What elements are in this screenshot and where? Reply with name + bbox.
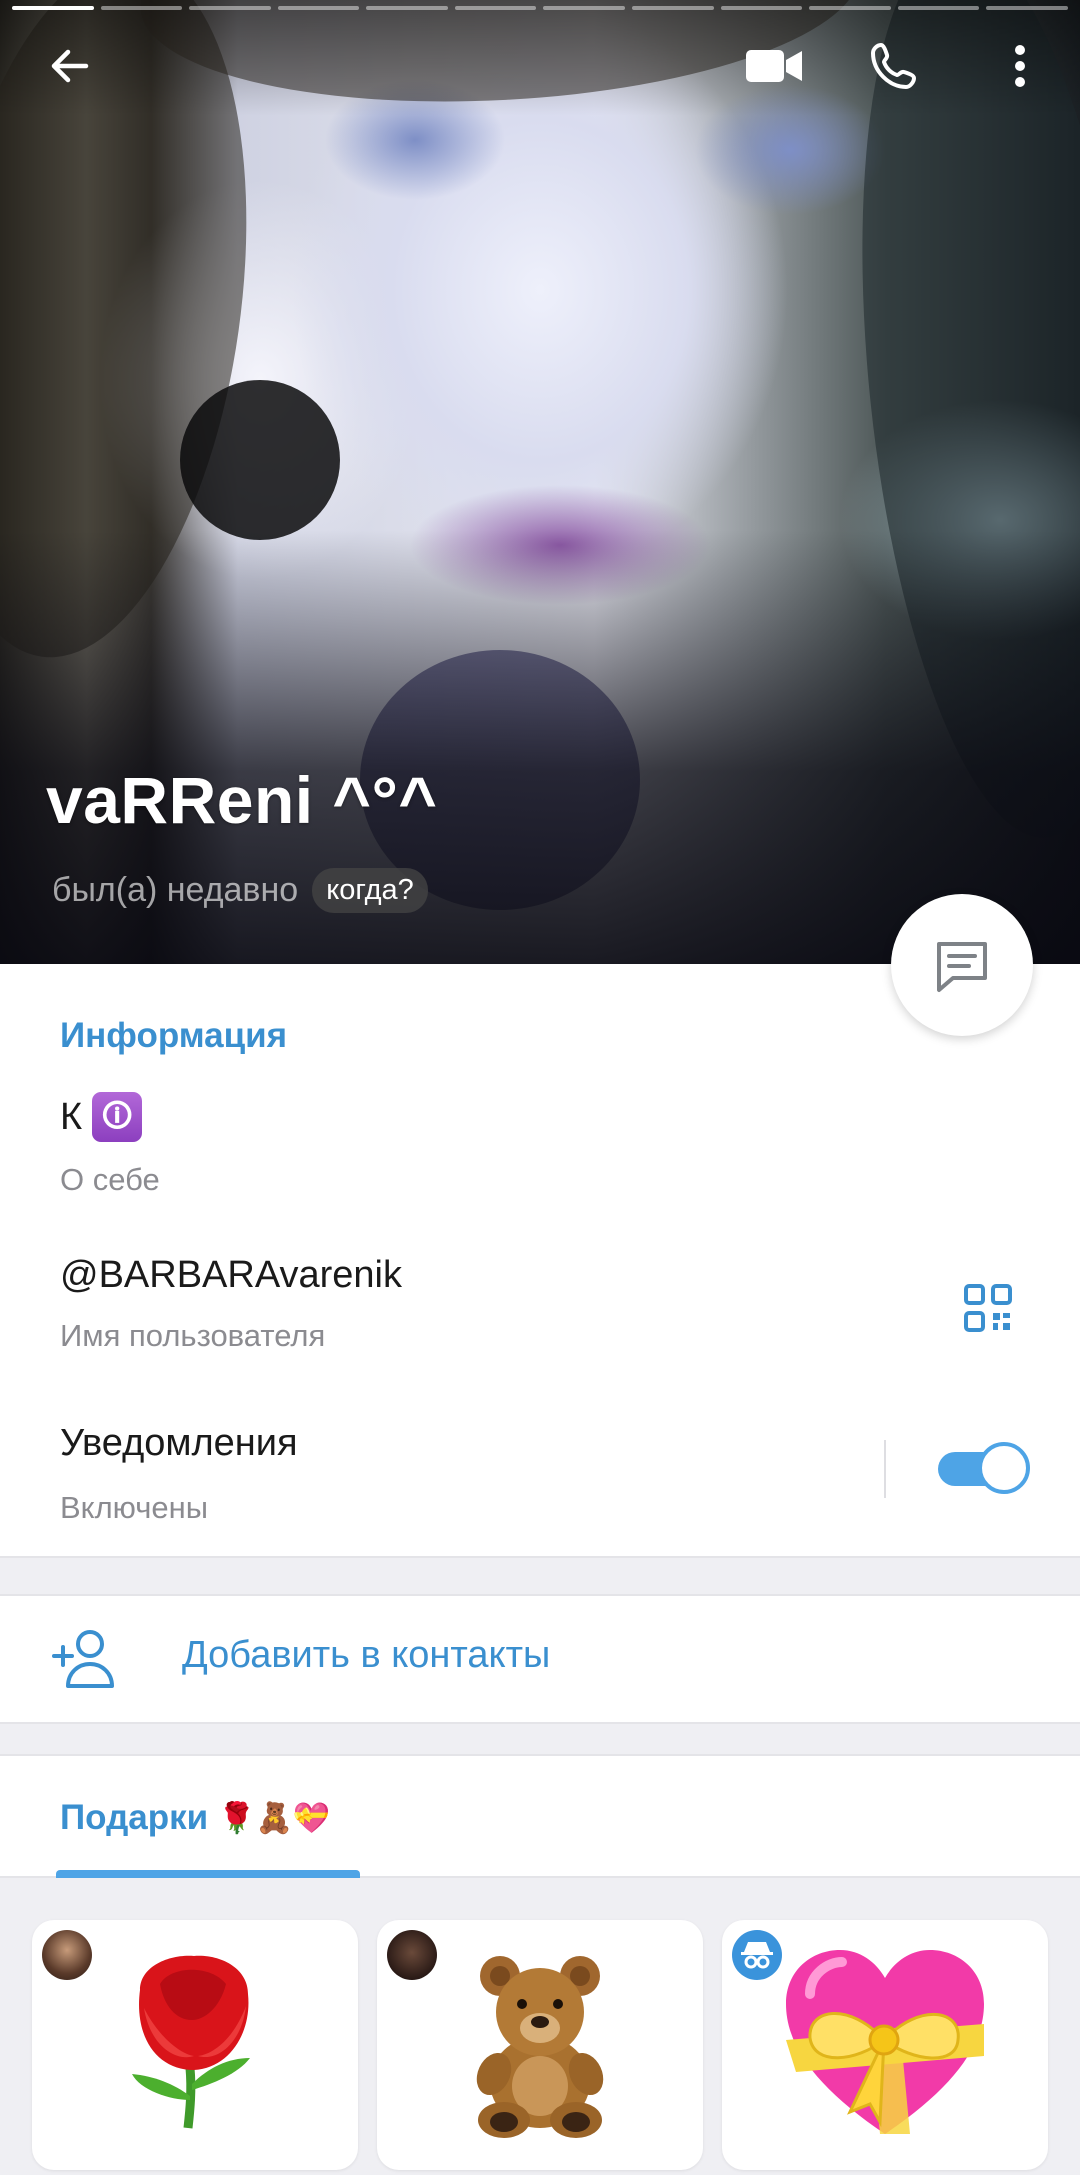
last-seen-text: был(а) недавно	[52, 871, 299, 909]
info-emoji-icon: 🛈	[92, 1092, 143, 1142]
back-arrow-icon[interactable]	[34, 30, 106, 102]
more-vert-icon[interactable]	[984, 30, 1056, 102]
notifications-title[interactable]: Уведомления	[60, 1422, 298, 1465]
gifts-tab-label: Подарки	[60, 1798, 209, 1837]
story-segment	[366, 6, 448, 10]
add-contact-row[interactable]: Добавить в контакты	[0, 1594, 1080, 1724]
message-button[interactable]	[891, 894, 1033, 1036]
video-call-icon[interactable]	[738, 30, 810, 102]
top-toolbar	[0, 30, 1080, 102]
story-segment	[100, 6, 183, 10]
teddy-bear-icon	[476, 1956, 604, 2138]
rose-gift[interactable]	[32, 1920, 358, 2170]
profile-photo[interactable]: vaRReni ^°^ был(а) недавно когда?	[0, 0, 1080, 964]
when-badge[interactable]: когда?	[312, 868, 428, 913]
profile-status: был(а) недавно когда?	[52, 868, 428, 913]
story-progress	[12, 6, 1068, 10]
heart-gift[interactable]	[722, 1920, 1048, 2170]
story-segment	[897, 6, 980, 10]
anonymous-icon	[732, 1930, 782, 1980]
notifications-status: Включены	[60, 1490, 209, 1525]
username-value[interactable]: @BARBARAvarenik	[60, 1254, 402, 1297]
toggle-divider	[884, 1440, 886, 1498]
bio-label: О себе	[60, 1162, 160, 1197]
story-segment	[986, 6, 1068, 10]
heart-icon	[786, 1950, 984, 2134]
add-contact-label: Добавить в контакты	[182, 1634, 551, 1676]
bio-row[interactable]: К 🛈	[60, 1092, 143, 1142]
teddy-bear-gift[interactable]	[377, 1920, 703, 2170]
info-section: Информация К 🛈 О себе @BARBARAvarenik Им…	[0, 964, 1080, 1558]
qr-code-icon[interactable]	[952, 1272, 1024, 1344]
notifications-toggle[interactable]	[938, 1442, 1030, 1494]
message-icon	[937, 942, 987, 992]
username-label: Имя пользователя	[60, 1318, 326, 1353]
add-user-icon	[52, 1630, 114, 1688]
story-segment	[809, 6, 891, 10]
info-section-title: Информация	[60, 1016, 288, 1055]
bio-value: К	[60, 1095, 83, 1138]
gifts-tab-emojis: 🌹🧸💝	[218, 1801, 331, 1835]
user-avatar-1	[42, 1930, 92, 1980]
user-avatar-2	[387, 1930, 437, 1980]
story-segment	[632, 6, 714, 10]
gifts-tab-bar: Подарки 🌹🧸💝	[0, 1754, 1080, 1878]
gifts-grid	[0, 1878, 1080, 2175]
story-segment	[454, 6, 537, 10]
story-segment	[720, 6, 803, 10]
phone-icon[interactable]	[858, 30, 930, 102]
profile-name: vaRReni ^°^	[46, 763, 438, 837]
rose-icon	[132, 1955, 250, 2129]
tab-indicator	[56, 1870, 360, 1878]
story-segment	[277, 6, 360, 10]
story-segment	[12, 6, 94, 10]
story-segment	[189, 6, 271, 10]
toggle-knob	[978, 1442, 1030, 1494]
tab-gifts[interactable]: Подарки 🌹🧸💝	[60, 1798, 330, 1838]
story-segment	[543, 6, 626, 10]
